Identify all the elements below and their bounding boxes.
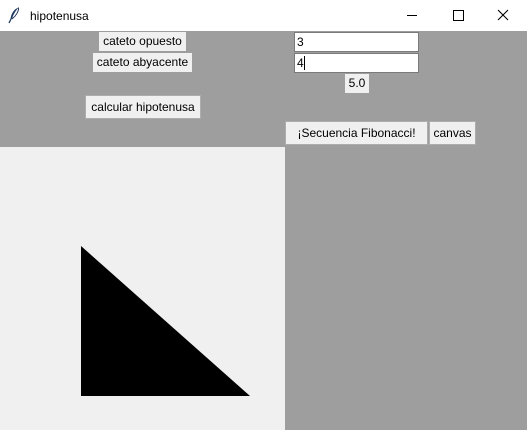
right-triangle bbox=[81, 246, 250, 396]
text-cursor bbox=[303, 56, 305, 70]
maximize-icon bbox=[453, 10, 464, 21]
minimize-button[interactable] bbox=[389, 0, 435, 31]
canvas-button[interactable]: canvas bbox=[429, 121, 476, 145]
hipotenusa-result: 5.0 bbox=[345, 74, 369, 93]
cateto-abyacente-input[interactable]: 4 bbox=[294, 53, 419, 73]
close-icon bbox=[497, 9, 509, 21]
window-client-area: cateto opuesto 3 cateto abyacente 4 5.0 … bbox=[0, 31, 527, 430]
close-button[interactable] bbox=[481, 0, 527, 31]
title-bar[interactable]: hipotenusa bbox=[0, 0, 527, 31]
feather-icon bbox=[8, 7, 20, 24]
cateto-opuesto-label: cateto opuesto bbox=[99, 32, 186, 51]
cateto-abyacente-label: cateto abyacente bbox=[93, 53, 192, 72]
cateto-opuesto-input[interactable]: 3 bbox=[294, 32, 419, 52]
calcular-hipotenusa-button[interactable]: calcular hipotenusa bbox=[85, 95, 201, 119]
triangle-drawing bbox=[81, 246, 250, 396]
window-title: hipotenusa bbox=[30, 9, 89, 23]
maximize-button[interactable] bbox=[435, 0, 481, 31]
fibonacci-button[interactable]: ¡Secuencia Fibonacci! bbox=[285, 121, 428, 145]
drawing-canvas[interactable] bbox=[0, 147, 285, 430]
cateto-abyacente-value: 4 bbox=[297, 56, 304, 70]
minimize-icon bbox=[407, 15, 417, 16]
